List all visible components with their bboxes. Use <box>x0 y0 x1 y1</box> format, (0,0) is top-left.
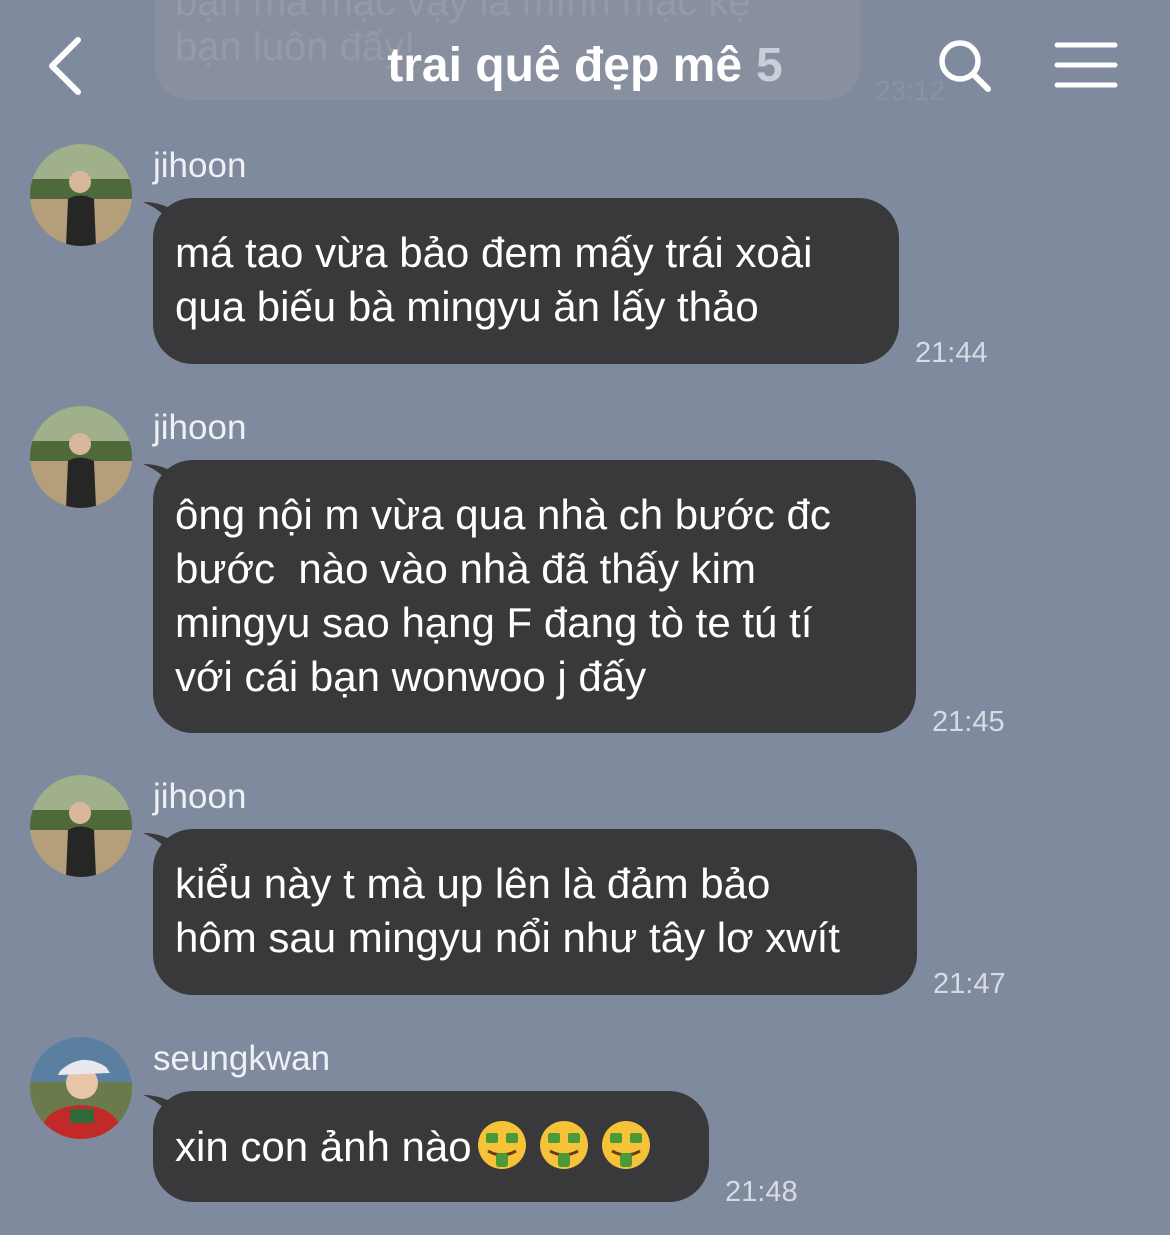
message-time: 21:47 <box>933 968 1006 1000</box>
chat-header: trai quê đẹp mê 5 <box>0 0 1170 130</box>
message-time: 21:48 <box>725 1176 798 1208</box>
money-mouth-face-icon <box>477 1121 526 1169</box>
message-time: 21:45 <box>932 706 1005 738</box>
message-time: 21:44 <box>915 337 988 369</box>
hamburger-menu-icon <box>1054 42 1118 88</box>
sender-name: jihoon <box>153 408 247 447</box>
search-button[interactable] <box>935 36 995 96</box>
member-count: 5 <box>756 39 783 92</box>
avatar[interactable] <box>30 775 132 877</box>
sender-name: jihoon <box>153 146 247 185</box>
avatar[interactable] <box>30 406 132 508</box>
message-bubble[interactable]: ông nội m vừa qua nhà ch bước đc bước nà… <box>153 460 916 733</box>
money-mouth-face-icon <box>539 1121 588 1169</box>
avatar[interactable] <box>30 144 132 246</box>
message-text: xin con ảnh nào <box>175 1123 472 1170</box>
avatar[interactable] <box>30 1037 132 1139</box>
avatar-photo-icon <box>30 144 132 246</box>
money-mouth-face-icon <box>601 1121 650 1169</box>
avatar-photo-icon <box>30 775 132 877</box>
sender-name: seungkwan <box>153 1039 331 1078</box>
search-icon <box>939 40 991 92</box>
message-bubble[interactable]: kiểu này t mà up lên là đảm bảo hôm sau … <box>153 829 917 995</box>
avatar-photo-icon <box>30 1037 132 1139</box>
message-bubble[interactable]: má tao vừa bảo đem mấy trái xoài qua biế… <box>153 198 899 364</box>
avatar-photo-icon <box>30 406 132 508</box>
sender-name: jihoon <box>153 777 247 816</box>
message-bubble[interactable]: xin con ảnh nào <box>153 1091 709 1202</box>
chat-title-text: trai quê đẹp mê <box>387 39 743 92</box>
menu-button[interactable] <box>1054 40 1118 90</box>
